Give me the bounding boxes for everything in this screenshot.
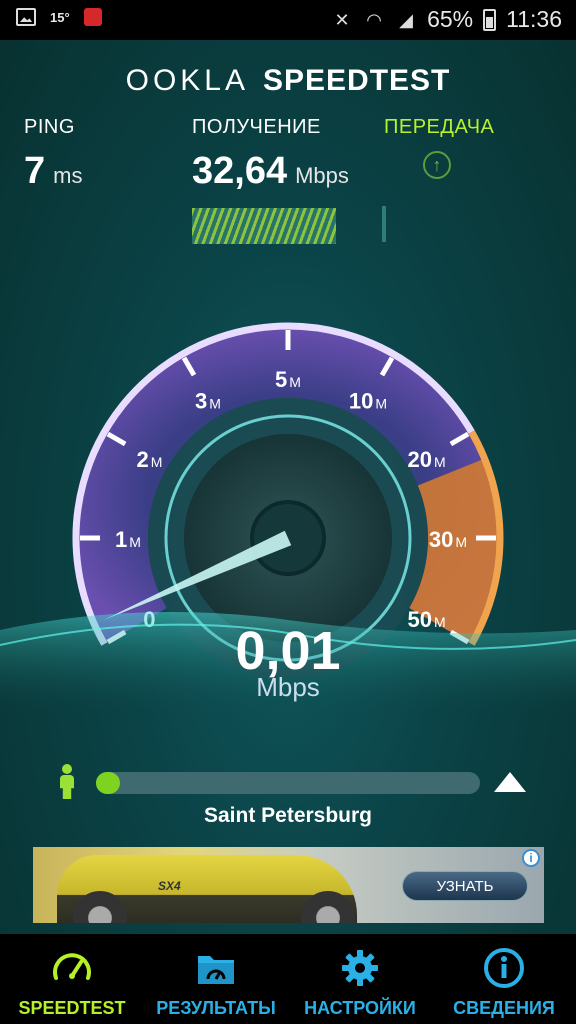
battery-percent: 65% <box>427 6 474 32</box>
folder-icon <box>198 956 234 984</box>
nav-results[interactable]: РЕЗУЛЬТАТЫ <box>144 934 288 1024</box>
nav-label: РЕЗУЛЬТАТЫ <box>156 998 276 1018</box>
ping-value: 7 <box>24 150 46 192</box>
download-graph <box>192 208 336 244</box>
logo-ookla: OOKLA <box>125 64 249 97</box>
wifi-icon: ◠ <box>366 9 382 30</box>
nav-speedtest[interactable]: SPEEDTEST <box>0 934 144 1024</box>
nav-settings[interactable]: НАСТРОЙКИ <box>288 934 432 1024</box>
upload-graph-marker <box>382 206 386 242</box>
app-notification-icon <box>83 8 102 26</box>
gallery-icon <box>16 8 36 26</box>
nav-label: НАСТРОЙКИ <box>304 998 416 1018</box>
nav-label: СВЕДЕНИЯ <box>453 998 555 1018</box>
signal-icon: ◢ <box>399 9 414 30</box>
battery-icon <box>483 8 497 31</box>
ad-info-icon[interactable]: i <box>522 849 540 867</box>
upload-arrow-icon: ↑ <box>423 151 451 179</box>
download-label: ПОЛУЧЕНИЕ <box>192 116 321 138</box>
server-location[interactable]: Saint Petersburg <box>0 804 576 828</box>
server-triangle-icon <box>494 772 526 792</box>
ad-model-text: SX4 <box>158 879 181 893</box>
app-logo: OOKLA SPEEDTEST <box>0 64 576 98</box>
ping-label: PING <box>24 116 75 138</box>
ping-unit: ms <box>53 163 83 188</box>
upload-label: ПЕРЕДАЧА <box>384 116 495 138</box>
status-bar: 15° ✕ ◠ ◢ 65% 11:36 <box>0 0 576 40</box>
speedometer-icon <box>53 953 91 980</box>
ad-banner[interactable]: SX4 УЗНАТЬ i <box>33 847 544 923</box>
test-progress-fill <box>96 772 120 794</box>
nav-info[interactable]: СВЕДЕНИЯ <box>432 934 576 1024</box>
download-value-group: 32,64 Mbps <box>192 150 349 193</box>
nav-label: SPEEDTEST <box>18 998 126 1018</box>
logo-speedtest: SPEEDTEST <box>263 64 451 97</box>
clock: 11:36 <box>506 6 562 32</box>
test-progress-track <box>96 772 480 794</box>
temperature-text: 15° <box>50 9 70 25</box>
mute-icon: ✕ <box>334 9 350 30</box>
gear-icon <box>342 950 378 986</box>
current-speed-unit: Mbps <box>256 672 320 702</box>
person-icon <box>58 764 76 800</box>
download-unit: Mbps <box>295 163 349 188</box>
info-icon <box>484 948 524 988</box>
bottom-navigation: SPEEDTEST РЕЗУЛЬТАТЫ НАСТРОЙКИ СВЕДЕНИЯ <box>0 934 576 1024</box>
download-value: 32,64 <box>192 150 288 192</box>
ping-value-group: 7 ms <box>24 150 82 193</box>
learn-more-button[interactable]: УЗНАТЬ <box>402 871 528 901</box>
